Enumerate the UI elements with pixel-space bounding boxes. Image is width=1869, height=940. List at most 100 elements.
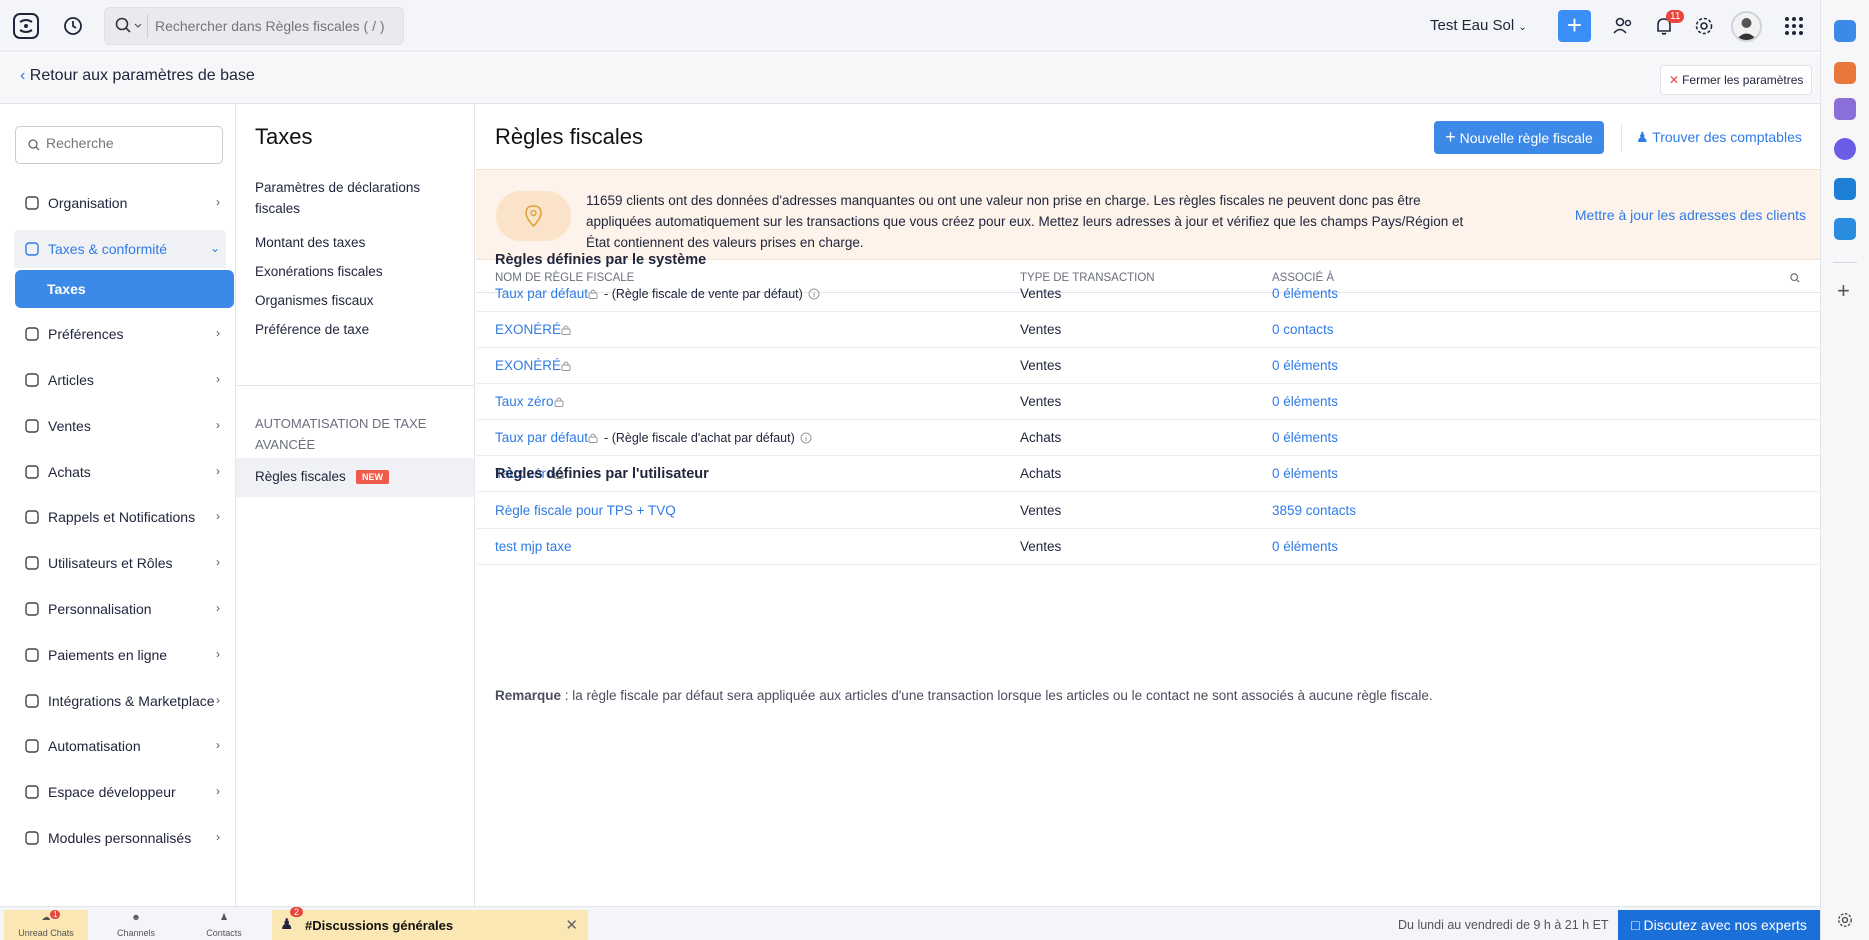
sidebar-item-online-payments[interactable]: Paiements en ligne › — [14, 636, 226, 674]
add-app-icon[interactable]: + — [1837, 280, 1850, 302]
table-row: Taux zéro Ventes 0 éléments — [476, 384, 1820, 420]
transaction-type: Ventes — [1020, 322, 1062, 337]
transaction-type: Ventes — [1020, 503, 1062, 518]
subnav-tax-rates[interactable]: Montant des taxes — [255, 232, 455, 253]
info-icon[interactable] — [808, 286, 820, 301]
associated-link[interactable]: 0 éléments — [1272, 358, 1338, 373]
sidebar-search-input[interactable] — [46, 135, 216, 151]
chat-with-experts-button[interactable]: □ Discutez avec nos experts — [1618, 910, 1820, 940]
contacts-tab[interactable]: ♟ Contacts — [182, 910, 266, 940]
chevron-right-icon: › — [216, 693, 220, 707]
card-icon — [24, 647, 40, 663]
preferences-icon — [24, 326, 40, 342]
history-icon[interactable] — [62, 15, 84, 37]
rule-name-link[interactable]: EXONÉRÉ — [495, 358, 571, 373]
notification-badge: 11 — [1666, 10, 1685, 23]
subnav-tax-exemptions[interactable]: Exonérations fiscales — [255, 261, 455, 282]
chevron-right-icon: › — [216, 464, 220, 478]
app-logo-icon[interactable] — [12, 12, 40, 40]
channels-tab[interactable]: ☻ Channels — [94, 910, 178, 940]
users-icon — [24, 555, 40, 571]
sidebar-item-customization[interactable]: Personnalisation › — [14, 590, 226, 628]
location-pin-icon — [496, 191, 571, 241]
rail-settings-icon[interactable] — [1835, 910, 1855, 930]
search-icon[interactable] — [115, 17, 143, 35]
sidebar-item-ventes[interactable]: Ventes › — [14, 407, 226, 445]
people-app-icon[interactable] — [1834, 98, 1856, 120]
lock-icon — [588, 286, 598, 301]
transaction-type: Ventes — [1020, 394, 1062, 409]
send-app-icon[interactable] — [1834, 218, 1856, 240]
subnav-tax-rules[interactable]: Règles fiscales NEW — [236, 458, 474, 497]
associated-link[interactable]: 0 éléments — [1272, 539, 1338, 554]
rule-name-link[interactable]: Taux par défaut - (Règle fiscale de vente… — [495, 286, 820, 301]
associated-link[interactable]: 3859 contacts — [1272, 503, 1356, 518]
subnav-tax-preference[interactable]: Préférence de taxe — [255, 319, 455, 340]
avatar[interactable] — [1731, 11, 1762, 42]
sidebar-item-integrations[interactable]: Intégrations & Marketplace › — [14, 682, 226, 720]
bell-icon — [24, 509, 40, 525]
close-chat-icon[interactable]: ✕ — [565, 916, 578, 934]
associated-link[interactable]: 0 éléments — [1272, 286, 1338, 301]
rule-name-link[interactable]: Taux par défaut - (Règle fiscale d'achat … — [495, 430, 812, 445]
quick-create-button[interactable]: + — [1558, 10, 1591, 42]
info-icon[interactable] — [800, 430, 812, 445]
rule-name-link[interactable]: Règle fiscale pour TPS + TVQ — [495, 503, 676, 518]
sidebar-item-developer-space[interactable]: Espace développeur › — [14, 773, 226, 811]
tag-app-icon[interactable] — [1834, 20, 1856, 42]
global-search[interactable] — [104, 7, 404, 45]
chevron-right-icon: › — [216, 738, 220, 752]
rule-name-link[interactable]: test mjp taxe — [495, 539, 572, 554]
rule-name-link[interactable]: EXONÉRÉ — [495, 322, 571, 337]
chevron-right-icon: › — [216, 372, 220, 386]
sidebar-item-organisation[interactable]: Organisation › — [14, 184, 226, 222]
app-grid-icon[interactable] — [1782, 14, 1806, 38]
module-icon — [24, 830, 40, 846]
copilot-app-icon[interactable] — [1834, 138, 1856, 160]
update-client-addresses-link[interactable]: Mettre à jour les adresses des clients — [1575, 207, 1806, 223]
find-accountants-link[interactable]: ♟ Trouver des comptables — [1636, 129, 1802, 146]
outlook-app-icon[interactable] — [1834, 178, 1856, 200]
sidebar-item-preferences[interactable]: Préférences › — [14, 315, 226, 353]
back-to-settings-link[interactable]: ‹ Retour aux paramètres de base — [20, 67, 255, 85]
transaction-type: Ventes — [1020, 358, 1062, 373]
sidebar-item-automation[interactable]: Automatisation › — [14, 727, 226, 765]
transaction-type: Achats — [1020, 430, 1062, 445]
unread-chats-tab[interactable]: ☁ Unread Chats 1 — [4, 910, 88, 940]
plus-icon: + — [1445, 127, 1456, 147]
org-switcher[interactable]: Test Eau Sol ⌄ — [1430, 17, 1527, 34]
sidebar-search[interactable] — [15, 126, 223, 164]
sidebar-item-taxes-compliance[interactable]: Taxes & conformité ⌄ — [14, 230, 226, 268]
tax-icon — [24, 241, 40, 257]
lock-icon — [588, 430, 598, 445]
rule-name-link[interactable]: Taux zéro — [495, 394, 564, 409]
subnav-title: Taxes — [255, 124, 313, 149]
support-hours: Du lundi au vendredi de 9 h à 21 h ET — [1398, 918, 1609, 932]
sidebar-item-articles[interactable]: Articles › — [14, 361, 226, 399]
sidebar-item-reminders[interactable]: Rappels et Notifications › — [14, 498, 226, 536]
global-search-input[interactable] — [155, 14, 395, 38]
associated-link[interactable]: 0 éléments — [1272, 430, 1338, 445]
gear-icon[interactable] — [1692, 14, 1716, 38]
chevron-right-icon: › — [216, 647, 220, 661]
briefcase-app-icon[interactable] — [1834, 62, 1856, 84]
subnav-tax-authorities[interactable]: Organismes fiscaux — [255, 290, 455, 311]
associated-link[interactable]: 0 éléments — [1272, 466, 1338, 481]
discussion-badge: 2 — [290, 907, 304, 917]
discussion-chat-tab[interactable]: ♟ 2 #Discussions générales ✕ — [272, 907, 588, 940]
sidebar-item-achats[interactable]: Achats › — [14, 453, 226, 491]
associated-link[interactable]: 0 éléments — [1272, 394, 1338, 409]
user-rules-group: Règles définies par l'utilisateur — [495, 466, 709, 482]
referral-icon[interactable] — [1611, 14, 1635, 38]
subnav-tax-returns-settings[interactable]: Paramètres de déclarations fiscales — [255, 177, 455, 219]
new-tax-rule-button[interactable]: + Nouvelle règle fiscale — [1434, 121, 1604, 154]
sidebar-item-custom-modules[interactable]: Modules personnalisés › — [14, 819, 226, 857]
chevron-right-icon: › — [216, 784, 220, 798]
chevron-right-icon: › — [216, 509, 220, 523]
remark-note: Remarque : la règle fiscale par défaut s… — [495, 688, 1433, 703]
associated-link[interactable]: 0 contacts — [1272, 322, 1334, 337]
sidebar-subitem-taxes[interactable]: Taxes — [15, 270, 234, 308]
building-icon — [24, 195, 40, 211]
close-settings-button[interactable]: ✕ Fermer les paramètres — [1660, 65, 1813, 95]
sidebar-item-users-roles[interactable]: Utilisateurs et Rôles › — [14, 544, 226, 582]
